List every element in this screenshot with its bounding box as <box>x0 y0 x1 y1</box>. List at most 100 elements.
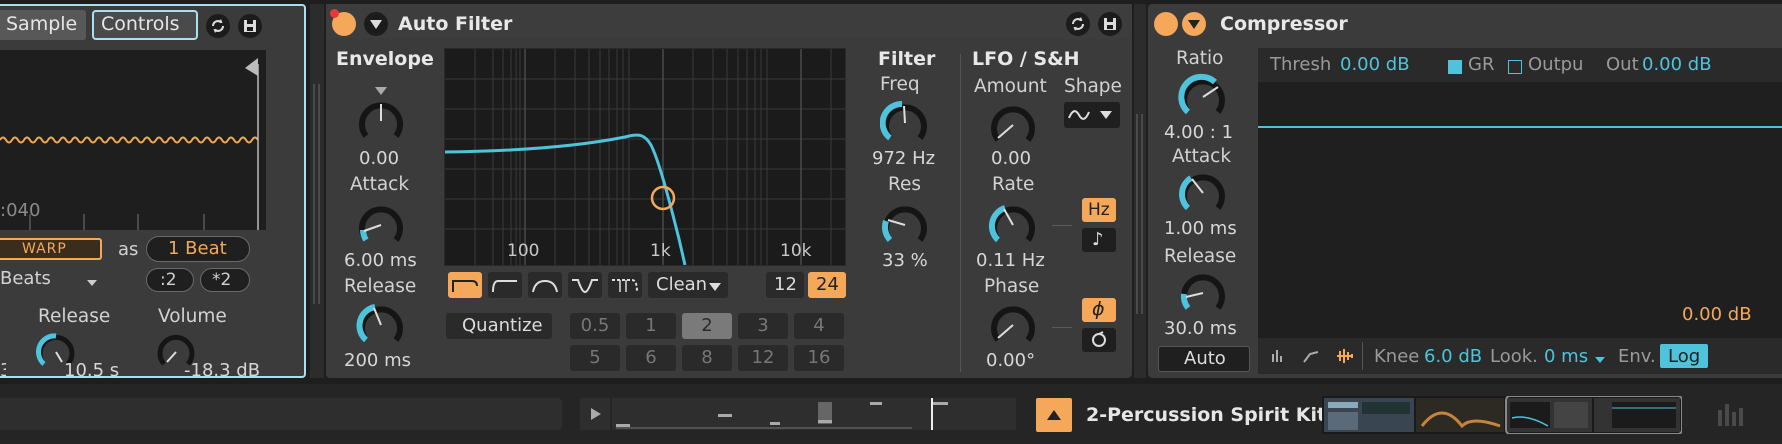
circuit-type-value: Clean <box>656 274 708 295</box>
amount-label: Amount <box>974 76 1047 97</box>
release-knob[interactable] <box>1178 268 1228 318</box>
chevron-down-icon <box>87 280 97 286</box>
filter-curve-graph <box>444 49 845 266</box>
res-knob[interactable] <box>880 200 930 250</box>
rate-label: Rate <box>992 174 1035 195</box>
quantize-option[interactable]: 12 <box>738 345 788 371</box>
view-transfer-button[interactable] <box>1298 344 1324 368</box>
lfo-phase-knob[interactable] <box>988 300 1038 350</box>
loop-end-marker <box>245 58 258 76</box>
filter-type-lowpass[interactable] <box>448 272 482 298</box>
release-knob[interactable] <box>356 300 406 350</box>
hot-swap-button[interactable] <box>1066 12 1090 36</box>
release-label: Release <box>1164 246 1237 267</box>
morph-filter-icon <box>612 279 638 293</box>
view-activity-button[interactable] <box>1332 344 1358 368</box>
clip-overview[interactable] <box>612 398 1016 430</box>
attack-value: 6.00 ms <box>344 250 417 271</box>
device-splitter[interactable] <box>310 4 324 378</box>
save-icon <box>1104 18 1116 30</box>
attack-label: Attack <box>350 174 410 195</box>
phase-label: Phase <box>984 276 1040 297</box>
sample-waveform-display[interactable]: :040 <box>0 50 266 230</box>
attack-knob[interactable] <box>356 200 406 250</box>
quantize-grid: 0.5 1 2 3 4 5 6 8 12 16 <box>570 313 850 375</box>
filter-type-highpass[interactable] <box>488 272 522 298</box>
device-thumbnails <box>1324 395 1683 435</box>
quantize-option[interactable]: 1 <box>626 313 676 339</box>
attack-value: 1.00 ms <box>1164 218 1237 239</box>
track-fold-button[interactable] <box>1036 398 1072 432</box>
quantize-option[interactable]: 16 <box>794 345 844 371</box>
time-marker: :040 <box>0 200 41 221</box>
slope-12-label: 12 <box>774 274 797 295</box>
quantize-option[interactable]: 5 <box>570 345 620 371</box>
filter-type-morph[interactable] <box>608 272 642 298</box>
as-label: as <box>118 239 139 260</box>
lfo-section-label: LFO / S&H <box>972 48 1080 70</box>
quantize-option[interactable]: 3 <box>738 313 788 339</box>
lookahead-value[interactable]: 0 ms <box>1544 346 1588 367</box>
section-divider <box>960 54 961 372</box>
quantize-option[interactable]: 4 <box>794 313 844 339</box>
status-bar: 2-Percussion Spirit Kit <box>0 384 1782 444</box>
envelope-label: Envelope <box>336 48 434 70</box>
save-preset-button[interactable] <box>238 14 262 38</box>
thresh-value[interactable]: 0.00 dB <box>1340 54 1410 75</box>
freq-axis-100: 100 <box>507 241 540 261</box>
quantize-option[interactable]: 0.5 <box>570 313 620 339</box>
thresh-label: Thresh <box>1270 54 1332 75</box>
lfo-shape-select[interactable] <box>1064 102 1120 128</box>
bandpass-icon <box>532 279 558 293</box>
tab-sample-label: Sample <box>6 13 78 35</box>
res-value: 33 % <box>882 250 928 271</box>
gr-checkbox[interactable] <box>1448 60 1462 74</box>
out-value[interactable]: 0.00 dB <box>1642 54 1712 75</box>
fold-button[interactable] <box>364 12 388 36</box>
lfo-rate-knob[interactable] <box>988 200 1038 250</box>
freq-value: 972 Hz <box>872 148 936 169</box>
gain-reduction-line <box>1258 126 1782 128</box>
notch-icon <box>572 279 598 294</box>
attack-knob[interactable] <box>1178 168 1228 218</box>
gr-label: GR <box>1468 54 1495 75</box>
quantize-option[interactable]: 6 <box>626 345 676 371</box>
device-title: Auto Filter <box>398 13 513 35</box>
filter-type-bandpass[interactable] <box>528 272 562 298</box>
meter-icon <box>1718 404 1743 426</box>
overview-play-button[interactable] <box>580 398 610 430</box>
res-label: Res <box>888 174 922 195</box>
hot-swap-button[interactable] <box>206 14 230 38</box>
knee-value[interactable]: 6.0 dB <box>1424 346 1482 367</box>
volume-label: Volume <box>158 306 227 327</box>
fold-button[interactable] <box>1182 12 1206 36</box>
device-title: Compressor <box>1220 13 1348 35</box>
quantize-option[interactable]: 8 <box>682 345 732 371</box>
lowpass-icon <box>452 280 478 292</box>
lfo-amount-knob[interactable] <box>988 100 1038 150</box>
clip-overview-graph <box>616 398 948 430</box>
output-checkbox[interactable] <box>1508 60 1522 74</box>
save-preset-button[interactable] <box>1098 12 1122 36</box>
device-on-toggle[interactable] <box>1154 12 1178 36</box>
view-collapsed-button[interactable] <box>1264 344 1290 368</box>
quantize-label: Quantize <box>462 315 543 336</box>
meter-icon-button[interactable] <box>1712 400 1746 430</box>
release-value: 200 ms <box>344 350 411 371</box>
knee-label: Knee <box>1374 346 1420 367</box>
compressor-device: Compressor Ratio 4.00 : 1 Attack 1.00 ms… <box>1148 4 1782 378</box>
freq-knob[interactable] <box>880 98 930 148</box>
filter-type-notch[interactable] <box>568 272 602 298</box>
filter-response-display[interactable]: 100 1k 10k <box>444 48 846 266</box>
quantize-option-selected[interactable]: 2 <box>682 313 732 339</box>
warp-mode-select[interactable]: Beats <box>0 268 51 289</box>
device-splitter[interactable] <box>1134 4 1146 378</box>
freq-axis-1k: 1k <box>650 241 671 261</box>
ratio-knob[interactable] <box>1178 72 1234 122</box>
device-chain-overview[interactable] <box>1322 395 1683 435</box>
activity-icon <box>1337 349 1353 363</box>
sine-wave-icon <box>1068 110 1112 120</box>
spin-mode-button[interactable] <box>1082 328 1116 352</box>
bipolar-marker-icon <box>375 87 387 95</box>
envelope-knob[interactable] <box>356 96 406 146</box>
